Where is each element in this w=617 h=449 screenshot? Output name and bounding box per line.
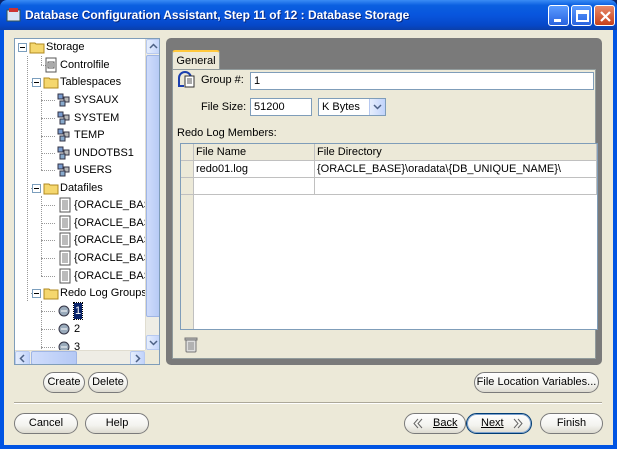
- maximize-icon: [576, 10, 589, 22]
- tree-view: Storage Controlfile Tablespaces SYSAUX S…: [15, 39, 145, 350]
- redo-group-icon: [178, 71, 195, 88]
- help-button[interactable]: Help: [85, 413, 149, 434]
- minimize-icon: [554, 19, 561, 22]
- double-chevron-left-icon: [413, 418, 423, 429]
- folder-icon: [43, 288, 59, 300]
- chevron-down-icon[interactable]: [369, 99, 385, 115]
- next-button-label: Next: [481, 417, 504, 429]
- arrow-right-icon: [135, 354, 141, 363]
- folder-icon: [29, 42, 45, 54]
- tree-horizontal-scrollbar[interactable]: [15, 350, 145, 364]
- redo-log-icon: [58, 323, 70, 335]
- column-header-file-directory[interactable]: File Directory: [315, 144, 597, 161]
- app-icon: [6, 8, 21, 22]
- tablespace-icon: [57, 128, 70, 142]
- title-bar[interactable]: Database Configuration Assistant, Step 1…: [0, 0, 617, 30]
- table-cell-file-name[interactable]: redo01.log: [194, 161, 315, 178]
- arrow-up-icon: [149, 43, 158, 49]
- datafile-icon: [59, 232, 71, 248]
- dbca-window: Database Configuration Assistant, Step 1…: [0, 0, 617, 449]
- scroll-up-button[interactable]: [146, 39, 159, 54]
- file-size-input[interactable]: [250, 98, 312, 116]
- column-header-file-name[interactable]: File Name: [194, 144, 315, 161]
- datafile-icon: [59, 215, 71, 231]
- scroll-right-button[interactable]: [130, 351, 145, 364]
- table-cell-file-directory[interactable]: [315, 178, 597, 195]
- tablespace-icon: [57, 163, 70, 177]
- back-button-label: Back: [433, 417, 458, 429]
- row-header[interactable]: [181, 178, 194, 195]
- table-cell-file-directory[interactable]: {ORACLE_BASE}\oradata\{DB_UNIQUE_NAME}\: [315, 161, 597, 178]
- table-cell-file-name[interactable]: [194, 178, 315, 195]
- detail-panel: General Group #: File Size: K Bytes: [166, 38, 602, 365]
- scroll-left-button[interactable]: [15, 351, 30, 364]
- footer-divider: [14, 402, 602, 404]
- group-number-input[interactable]: [250, 72, 594, 90]
- file-size-label: File Size:: [201, 101, 247, 113]
- group-number-label: Group #:: [201, 74, 244, 86]
- close-icon: [600, 11, 611, 22]
- tablespace-icon: [57, 93, 70, 107]
- window-title: Database Configuration Assistant, Step 1…: [25, 8, 410, 22]
- datafile-icon: [59, 197, 71, 213]
- redo-log-icon: [58, 305, 70, 317]
- row-header[interactable]: [181, 161, 194, 178]
- client-area: Storage Controlfile Tablespaces SYSAUX S…: [4, 30, 613, 445]
- cancel-button[interactable]: Cancel: [14, 413, 78, 434]
- tablespace-icon: [57, 146, 70, 160]
- redo-log-members-table: File Name File Directory redo01.log {ORA…: [180, 143, 598, 330]
- arrow-left-icon: [19, 354, 25, 363]
- folder-icon: [43, 77, 59, 89]
- tablespaces-collapse-toggle[interactable]: [32, 78, 41, 87]
- create-button[interactable]: Create: [43, 372, 85, 393]
- datafile-icon: [59, 268, 71, 284]
- tablespace-icon: [57, 111, 70, 125]
- maximize-button[interactable]: [571, 5, 592, 26]
- minimize-button[interactable]: [548, 5, 569, 26]
- storage-collapse-toggle[interactable]: [18, 43, 27, 52]
- tree-vertical-scroll-thumb[interactable]: [146, 55, 159, 317]
- table-corner: [181, 144, 194, 161]
- finish-button[interactable]: Finish: [540, 413, 603, 434]
- scroll-down-button[interactable]: [146, 335, 159, 350]
- arrow-down-icon: [149, 340, 158, 346]
- datafiles-collapse-toggle[interactable]: [32, 184, 41, 193]
- next-button[interactable]: Next: [466, 413, 532, 434]
- tree-horizontal-scroll-thumb[interactable]: [31, 351, 77, 364]
- back-button[interactable]: Back: [404, 413, 466, 434]
- trash-icon[interactable]: [183, 336, 199, 354]
- folder-icon: [43, 183, 59, 195]
- file-location-variables-button[interactable]: File Location Variables...: [474, 372, 599, 393]
- redo-log-icon: [58, 341, 70, 350]
- file-size-unit-value: K Bytes: [322, 101, 360, 113]
- datafile-icon: [59, 250, 71, 266]
- file-size-unit-select[interactable]: K Bytes: [318, 98, 386, 116]
- controlfile-icon: [45, 57, 57, 73]
- redo-log-groups-collapse-toggle[interactable]: [32, 289, 41, 298]
- redo-log-members-label: Redo Log Members:: [177, 127, 277, 139]
- close-button[interactable]: [594, 5, 615, 26]
- tree-vertical-scrollbar[interactable]: [145, 39, 159, 350]
- row-header-column: [181, 195, 194, 329]
- general-tab-content: Group #: File Size: K Bytes Redo Log Mem…: [172, 69, 598, 359]
- delete-button[interactable]: Delete: [88, 372, 128, 393]
- storage-tree: Storage Controlfile Tablespaces SYSAUX S…: [14, 38, 160, 365]
- double-chevron-right-icon: [513, 418, 523, 429]
- tab-general[interactable]: General: [172, 50, 220, 70]
- scroll-corner: [145, 350, 159, 364]
